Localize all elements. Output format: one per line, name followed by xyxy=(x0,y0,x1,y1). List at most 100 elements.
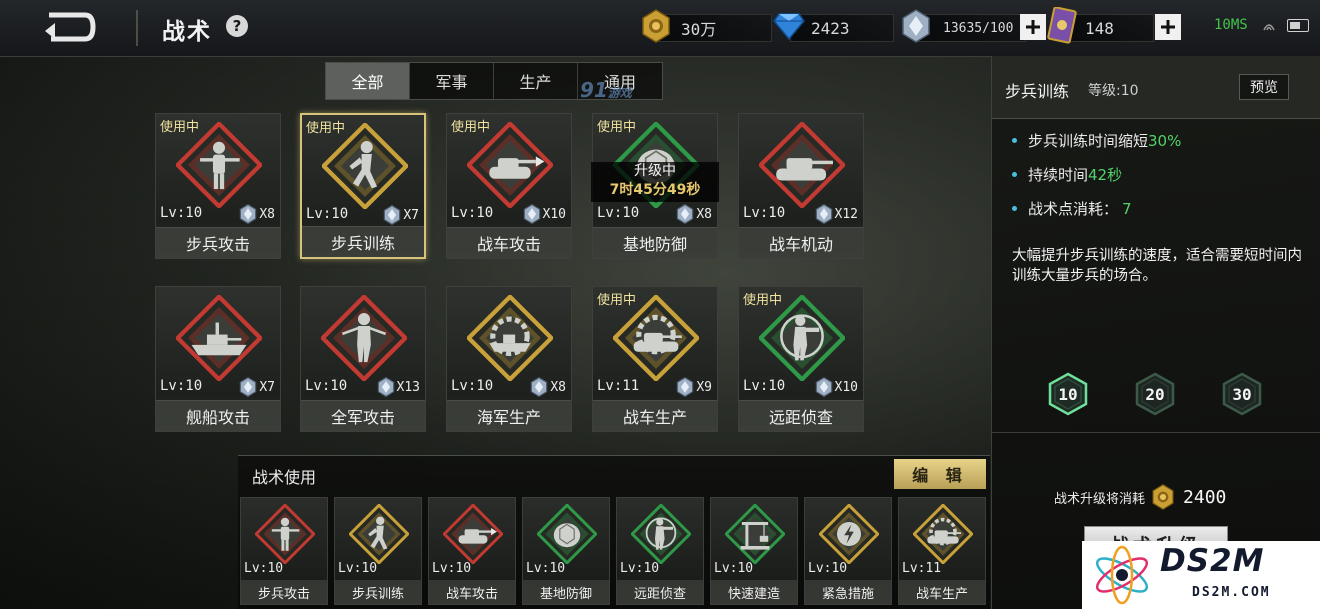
add-card-button[interactable] xyxy=(1155,14,1181,40)
tactic-card[interactable]: 使用中 Lv:10 X10 远距侦查 xyxy=(738,286,864,432)
tactic-emblem xyxy=(254,503,316,565)
ds2m-url: DS2M.COM xyxy=(1192,585,1271,600)
tactic-card[interactable]: Lv:10 X13 全军攻击 xyxy=(300,286,426,432)
usage-slot[interactable]: Lv:10 步兵训练 xyxy=(334,497,422,605)
tactic-cost: X7 xyxy=(239,377,275,397)
crystal-resource: 13635/100 xyxy=(902,9,1026,43)
upgrade-cost: 战术升级将消耗 2400 xyxy=(1054,484,1226,510)
crystal-icon xyxy=(815,377,832,397)
usage-slot[interactable]: Lv:10 远距侦查 xyxy=(616,497,704,605)
tactic-cost: X8 xyxy=(239,204,275,224)
tactic-card[interactable]: 使用中 Lv:10 X8 步兵攻击 xyxy=(155,113,281,259)
slot-level: Lv:11 xyxy=(902,561,942,576)
slot-name: 步兵攻击 xyxy=(241,580,327,604)
tactic-cost-value: X8 xyxy=(259,206,275,222)
ds2m-watermark: DS2M DS2M.COM xyxy=(1082,541,1320,609)
tactic-name: 战车生产 xyxy=(593,400,717,431)
gold-coin-icon xyxy=(1152,484,1174,510)
gold-value: 30万 xyxy=(681,20,717,39)
tactic-emblem xyxy=(465,293,555,383)
in-use-badge: 使用中 xyxy=(306,121,346,136)
bullet-icon xyxy=(1012,172,1017,177)
usage-slot[interactable]: Lv:10 步兵攻击 xyxy=(240,497,328,605)
tactic-name: 步兵攻击 xyxy=(156,227,280,258)
bullet-icon xyxy=(1012,138,1017,143)
tab-all[interactable]: 全部 xyxy=(326,63,410,99)
in-use-badge: 使用中 xyxy=(451,120,491,135)
tactic-emblem xyxy=(912,503,974,565)
tactic-name: 舰船攻击 xyxy=(156,400,280,431)
usage-slot[interactable]: Lv:10 战车攻击 xyxy=(428,497,516,605)
tactic-level: Lv:10 xyxy=(743,205,786,221)
help-button[interactable]: ? xyxy=(226,15,248,37)
atom-logo-icon xyxy=(1095,545,1149,605)
tactic-card[interactable]: Lv:10 X7 舰船攻击 xyxy=(155,286,281,432)
effect-text: 战术点消耗： xyxy=(1028,200,1119,218)
level-button-10[interactable]: 10 xyxy=(1046,372,1090,416)
tactic-emblem xyxy=(630,503,692,565)
tactic-cost-value: X8 xyxy=(696,206,712,222)
tactic-cost-value: X8 xyxy=(550,379,566,395)
bullet-icon xyxy=(1012,206,1017,211)
plus-icon xyxy=(1161,20,1175,34)
turtle-shield-icon xyxy=(536,503,598,565)
tactic-card[interactable]: 使用中 Lv:11 X9 战车生产 xyxy=(592,286,718,432)
tactic-emblem xyxy=(536,503,598,565)
slot-name: 基地防御 xyxy=(523,580,609,604)
tactic-cost-value: X7 xyxy=(403,207,419,223)
tactic-card[interactable]: 使用中 Lv:10 X10 战车攻击 xyxy=(446,113,572,259)
tactic-level: Lv:10 xyxy=(305,378,348,394)
crystal-icon xyxy=(531,377,548,397)
tactic-cost: X12 xyxy=(815,204,858,224)
tactic-card[interactable]: 使用中 Lv:10 X7 步兵训练 xyxy=(300,113,426,259)
tactic-emblem xyxy=(724,503,786,565)
detail-header: 步兵训练 等级:10 预览 xyxy=(992,56,1320,119)
tactic-level: Lv:10 xyxy=(160,378,203,394)
tactic-cost-value: X12 xyxy=(834,206,858,222)
usage-slot[interactable]: Lv:10 紧急措施 xyxy=(804,497,892,605)
tactic-card[interactable]: Lv:10 X12 战车机动 xyxy=(738,113,864,259)
plus-icon xyxy=(1026,20,1040,34)
upgrade-cost-value: 2400 xyxy=(1183,486,1227,508)
back-button[interactable] xyxy=(38,8,100,46)
usage-slot[interactable]: Lv:10 快速建造 xyxy=(710,497,798,605)
slot-name: 远距侦查 xyxy=(617,580,703,604)
effect-text: 持续时间 xyxy=(1028,166,1089,184)
crystal-icon xyxy=(677,204,694,224)
tactic-cost: X8 xyxy=(676,204,712,224)
effect-row: 持续时间 42秒 xyxy=(1012,164,1122,185)
tactic-cost-value: X13 xyxy=(396,379,420,395)
preview-button[interactable]: 预览 xyxy=(1239,74,1289,100)
tactic-cost: X8 xyxy=(530,377,566,397)
tactic-level: Lv:10 xyxy=(743,378,786,394)
slot-level: Lv:10 xyxy=(714,561,754,576)
upgrade-cost-label: 战术升级将消耗 xyxy=(1054,491,1146,507)
tactic-level: Lv:11 xyxy=(597,378,640,394)
tactic-card[interactable]: Lv:10 X8 海军生产 xyxy=(446,286,572,432)
crystal-icon xyxy=(523,204,540,224)
crystal-icon xyxy=(377,377,394,397)
add-crystal-button[interactable] xyxy=(1020,14,1046,40)
tactic-name: 战车攻击 xyxy=(447,227,571,258)
tab-production[interactable]: 生产 xyxy=(494,63,578,99)
level-button-30[interactable]: 30 xyxy=(1220,372,1264,416)
tab-military[interactable]: 军事 xyxy=(410,63,494,99)
tactic-emblem xyxy=(757,120,847,210)
usage-slot[interactable]: Lv:11 战车生产 xyxy=(898,497,986,605)
tactic-name: 基地防御 xyxy=(593,227,717,258)
level-button-20[interactable]: 20 xyxy=(1133,372,1177,416)
slot-name: 步兵训练 xyxy=(335,580,421,604)
edit-button[interactable]: 编 辑 xyxy=(894,459,986,489)
tactic-card[interactable]: 使用中 升级中 7时45分49秒 Lv:10 X8 基地防御 xyxy=(591,113,719,259)
tactic-level: Lv:10 xyxy=(597,205,640,221)
detail-name: 步兵训练 xyxy=(1005,82,1070,101)
usage-slot[interactable]: Lv:10 基地防御 xyxy=(522,497,610,605)
slot-name: 快速建造 xyxy=(711,580,797,604)
tactic-usage-panel: 战术使用 编 辑 Lv:10 步兵攻击 Lv:10 步兵训练 Lv:10 战车攻击 Lv:1… xyxy=(238,455,990,609)
effect-value: 42秒 xyxy=(1088,166,1123,184)
tactic-name: 全军攻击 xyxy=(301,400,425,431)
slot-name: 紧急措施 xyxy=(805,580,891,604)
tactic-name: 步兵训练 xyxy=(302,226,424,257)
crystal-icon xyxy=(384,205,401,225)
tactic-cost: X10 xyxy=(523,204,566,224)
